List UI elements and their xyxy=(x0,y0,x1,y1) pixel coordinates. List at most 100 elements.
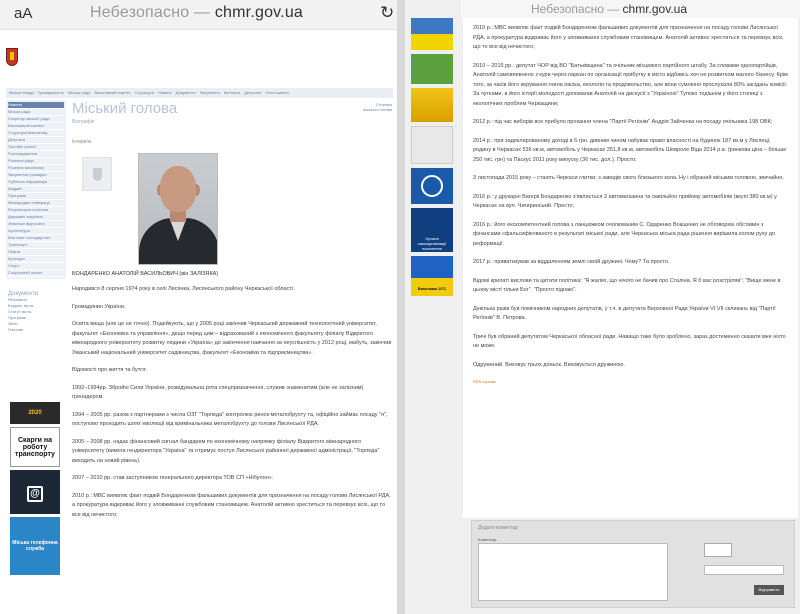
biography-paragraph: 2007 – 2010 рр. став заступником генерал… xyxy=(72,475,274,481)
top-nav-item[interactable]: Виконавчий комітет xyxy=(94,90,130,96)
ad-banner-self-organization[interactable]: Органи самоорганізації населення xyxy=(411,208,453,252)
ad-column: Органи самоорганізації населення Виконка… xyxy=(411,18,457,296)
biography-paragraph: 2012 р.: під час виборів все прибуло про… xyxy=(473,119,773,125)
side-menu-item[interactable]: Постійні комісії xyxy=(8,144,64,151)
side-menu-item[interactable]: Новини xyxy=(8,102,64,109)
side-menu-item[interactable]: Соціальний захист xyxy=(8,270,64,277)
biography-paragraph: Громадянин України. xyxy=(72,303,126,310)
biography-paragraph: Декілька разів був помічником народних д… xyxy=(473,305,776,322)
top-nav-item[interactable]: Міська рада xyxy=(68,90,91,96)
comment-textarea[interactable] xyxy=(478,543,668,601)
banner-transport-complaints[interactable]: Скарги на роботу транспорту xyxy=(10,427,60,467)
email-icon: @ xyxy=(27,485,43,502)
top-nav-item[interactable]: Контакти xyxy=(224,90,241,96)
photo-area xyxy=(72,147,394,267)
rss-link[interactable]: RSS-стрічка xyxy=(473,379,788,384)
side-menu-item[interactable]: Регуляторна політика xyxy=(8,207,64,214)
biography-paragraph: Відомі крилаті вислови та цитати політик… xyxy=(473,277,781,294)
breadcrumb-note[interactable]: Сторінка міського голови xyxy=(362,102,392,112)
comment-form-title: Додати коментар xyxy=(478,525,518,531)
banner-2020[interactable]: 2020 xyxy=(10,402,60,424)
side-menu-item[interactable]: Рішення виконкому xyxy=(8,165,64,172)
browser-address-bar-2[interactable]: Небезопасно — chmr.gov.ua xyxy=(461,0,800,18)
placeholder-crest-image xyxy=(82,157,112,191)
side-menu-item[interactable]: Спорт xyxy=(8,263,64,270)
top-nav-item[interactable]: Новини xyxy=(158,90,172,96)
side-menu-item[interactable]: Депутати xyxy=(8,137,64,144)
top-nav-item[interactable]: Депутати xyxy=(244,90,261,96)
side-menu-item[interactable]: Програми xyxy=(8,193,64,200)
ad-banner-people[interactable] xyxy=(411,126,453,164)
biography-paragraph: 3 листопада 2015 року – стають Черкаси г… xyxy=(473,175,784,181)
network-icon xyxy=(421,175,443,197)
reload-icon[interactable]: ↻ xyxy=(380,3,394,23)
side-menu-item[interactable]: Структура виконкому xyxy=(8,130,64,137)
biography-paragraph: Одружений. Виховує трьох доньок. Виховує… xyxy=(473,361,625,368)
page-subtitle: Біографія xyxy=(72,119,95,125)
url-display[interactable]: Небезопасно — chmr.gov.ua xyxy=(90,4,303,22)
browser-address-bar[interactable]: aA Небезопасно — chmr.gov.ua ↻ xyxy=(0,0,397,30)
banner-email[interactable]: @ xyxy=(10,470,60,514)
side-menu-item[interactable]: Публічна інформація xyxy=(8,179,64,186)
biography-paragraph: Відомості про життя та бутгя: xyxy=(72,367,147,373)
submit-button[interactable]: Відправити xyxy=(754,585,784,595)
top-nav-item[interactable]: Громадськість xyxy=(38,90,64,96)
domain-text: chmr.gov.ua xyxy=(214,4,304,21)
side-menu-item[interactable]: Державні закупівлі xyxy=(8,214,64,221)
side-menu-item[interactable]: Розпорядження xyxy=(8,151,64,158)
biography-paragraph: 2010 р.: МВС виявляє факт подвій Бондаре… xyxy=(72,492,391,518)
biography-paragraph: Народився 8 серпня 1974 року в селі Лися… xyxy=(72,286,295,292)
captcha-input[interactable] xyxy=(704,565,784,575)
top-navigation: Міська влада Громадськість Міська рада Вико… xyxy=(6,88,393,98)
ad-banner-3[interactable] xyxy=(411,88,453,122)
top-nav-item[interactable]: Документи xyxy=(176,90,196,96)
side-menu-item[interactable]: Рішення ради xyxy=(8,158,64,165)
side-menu-item[interactable]: Культура xyxy=(8,256,64,263)
ad-banner-1[interactable] xyxy=(411,18,453,50)
city-crest-icon[interactable] xyxy=(6,48,18,66)
interview-link[interactable]: Інтерв'ю xyxy=(72,139,394,145)
mayor-portrait xyxy=(138,153,218,265)
ad-banner-bus[interactable] xyxy=(411,54,453,84)
biography-paragraph: 1994 – 2005 рр. разом з партнерами з чис… xyxy=(72,411,388,428)
side-menu-item[interactable]: Освіта xyxy=(8,249,64,256)
text-size-button[interactable]: aA xyxy=(14,5,32,22)
top-nav-item[interactable]: Структура xyxy=(135,90,154,96)
biography-paragraph: 2010 – 2015 рр.: депутат ЧОР від ВО "Бат… xyxy=(473,62,788,107)
right-screenshot: Небезопасно — chmr.gov.ua Органи самоорг… xyxy=(405,0,800,614)
side-menu-item[interactable]: Житлове господарство xyxy=(8,235,64,242)
page-title: Міський голова xyxy=(72,100,178,117)
biography-paragraph: 1992–1994рр. Збройні Сили України, розві… xyxy=(72,384,364,401)
side-menu: Новини Міська рада Секретар міської ради Ви… xyxy=(6,100,66,279)
ad-banner-network[interactable] xyxy=(411,168,453,204)
captcha-image xyxy=(704,543,732,557)
top-nav-item[interactable]: Звернення xyxy=(200,90,220,96)
top-nav-item[interactable]: Оголошення xyxy=(265,90,288,96)
security-warning: Небезопасно — xyxy=(90,4,211,21)
portrait-head xyxy=(160,166,196,212)
banner-phone-service[interactable]: Міська телефонна служба xyxy=(10,517,60,575)
side-menu-item[interactable]: Секретар міської ради xyxy=(8,116,64,123)
side-menu-item[interactable]: Звернення громадян xyxy=(8,172,64,179)
side-menu-item[interactable]: Виконавчий комітет xyxy=(8,123,64,130)
biography-text: Народився 8 серпня 1974 року в селі Лися… xyxy=(72,285,394,520)
side-menu-item[interactable]: Земельні відносини xyxy=(8,221,64,228)
composite-screenshot: aA Небезопасно — chmr.gov.ua ↻ Міська вл… xyxy=(0,0,800,614)
side-submenu-item[interactable]: Генплан xyxy=(8,327,64,333)
biography-paragraph: 2016 р.: у друкарні Вагеріі Бондаренко з… xyxy=(473,193,777,210)
side-banners: 2020 Скарги на роботу транспорту @ Міськ… xyxy=(10,402,60,578)
side-menu-item[interactable]: Міська рада xyxy=(8,109,64,116)
side-menu-item[interactable]: Міжнародна співпраця xyxy=(8,200,64,207)
biography-paragraph: 2014 р.: при задекларованому доході в 6 … xyxy=(473,137,787,163)
biography-paragraph: 2016 р.: його екскомпетентний голова з л… xyxy=(473,221,776,247)
side-menu-item[interactable]: Транспорт xyxy=(8,242,64,249)
article-content: Міський голова Біографія Сторінка місько… xyxy=(72,100,394,520)
left-screenshot: aA Небезопасно — chmr.gov.ua ↻ Міська вл… xyxy=(0,0,397,614)
biography-paragraph: 2017 р.: приватизував за віддаленням зем… xyxy=(473,259,670,265)
ad-banner-ato[interactable]: Виконкам АТС xyxy=(411,256,453,296)
side-menu-item[interactable]: Бюджет xyxy=(8,186,64,193)
article-continued: 2010 р.: МВС виявляє факт подвій Бондаре… xyxy=(463,18,798,518)
top-nav-item[interactable]: Міська влада xyxy=(9,90,34,96)
side-menu-item[interactable]: Архітектура xyxy=(8,228,64,235)
url-display-2[interactable]: Небезопасно — chmr.gov.ua xyxy=(531,2,687,16)
